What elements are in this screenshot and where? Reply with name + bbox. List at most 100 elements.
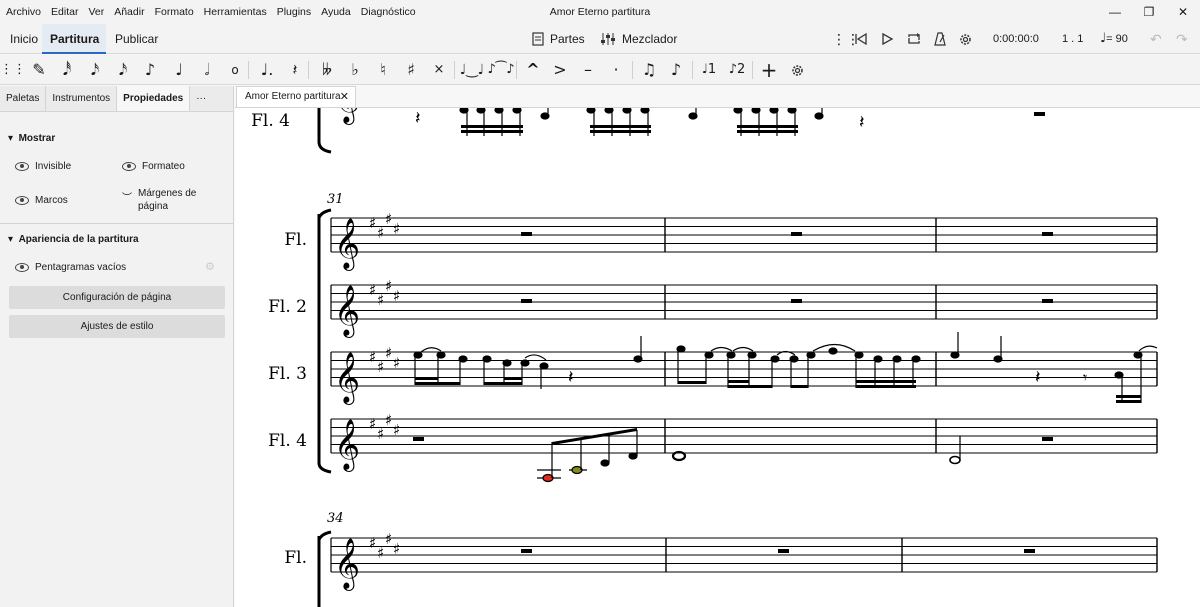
eye-closed-icon: ︶	[122, 193, 132, 204]
natural-icon[interactable]: ♮	[370, 55, 396, 85]
half-note-icon[interactable]: 𝅗𝅥	[194, 55, 220, 85]
eye-icon	[15, 162, 29, 171]
16th-note-icon[interactable]: 𝅘𝅥𝅯	[110, 55, 136, 85]
dot-icon[interactable]: ♩.	[254, 55, 280, 85]
menu-diagnostico[interactable]: Diagnóstico	[357, 0, 420, 24]
tab-paletas[interactable]: Paletas	[0, 86, 47, 111]
playback-time: 0:00:00:0	[993, 33, 1039, 45]
tab-inicio[interactable]: Inicio	[2, 24, 46, 54]
treble-clef-icon: 𝄞	[334, 419, 360, 472]
loop-icon	[908, 33, 920, 44]
section-mostrar[interactable]: ▾ Mostrar	[8, 133, 55, 144]
treble-clef-icon: 𝄞	[334, 285, 360, 338]
flip-direction-icon[interactable]: ♪	[663, 55, 689, 85]
score-svg: Fl. 4 Fl. Fl. 2 Fl. 3 Fl. 4 Fl. 31 34 𝄞 ♯…	[251, 108, 1158, 607]
score-canvas[interactable]: Fl. 4 Fl. Fl. 2 Fl. 3 Fl. 4 Fl. 31 34 𝄞 ♯…	[235, 107, 1200, 607]
toolbar-settings-button[interactable]	[784, 55, 810, 85]
toggle-margenes[interactable]: ︶ Márgenes de página	[122, 187, 222, 213]
mixer-icon	[601, 33, 615, 45]
toolbar-drag-handle-icon[interactable]: ⋮⋮	[0, 55, 26, 85]
rewind-button[interactable]	[854, 24, 868, 54]
accent-icon[interactable]: >	[547, 55, 573, 85]
tuplet-icon[interactable]: ♫	[636, 55, 662, 85]
key-signature-sharp-icon: ♯	[385, 210, 392, 228]
more-icon[interactable]: ···	[190, 86, 212, 111]
add-icon[interactable]: +	[756, 55, 782, 85]
menu-archivo[interactable]: Archivo	[2, 0, 45, 24]
tab-publicar[interactable]: Publicar	[107, 24, 166, 54]
menu-plugins[interactable]: Plugins	[273, 0, 315, 24]
double-flat-icon[interactable]: 𝄫	[314, 55, 340, 85]
close-button[interactable]: ✕	[1166, 0, 1200, 24]
restore-button[interactable]: ❐	[1132, 0, 1166, 24]
treble-clef-icon: 𝄞	[334, 218, 360, 271]
marcato-icon[interactable]: ^	[520, 55, 546, 85]
metronome-button[interactable]	[933, 24, 947, 54]
properties-panel: Paletas Instrumentos Propiedades ··· ▾ M…	[0, 86, 234, 607]
title-bar: Amor Eterno partitura Archivo Editar Ver…	[0, 0, 1200, 24]
staccato-icon[interactable]: ·	[603, 55, 629, 85]
section-apariencia[interactable]: ▾ Apariencia de la partitura	[8, 234, 139, 245]
whole-note-icon[interactable]: o	[222, 55, 248, 85]
tab-partitura[interactable]: Partitura	[42, 24, 106, 54]
voice-2-button[interactable]: ♪2	[724, 55, 750, 85]
quarter-note-icon: ♪	[728, 62, 737, 77]
gear-icon	[960, 33, 971, 45]
minimize-button[interactable]: —	[1098, 0, 1132, 24]
key-signature-sharp-icon: ♯	[377, 358, 384, 376]
toggle-formateo[interactable]: Formateo	[122, 161, 185, 172]
tenuto-icon[interactable]: –	[575, 55, 601, 85]
eighth-note-icon[interactable]: ♪	[137, 55, 163, 85]
play-button[interactable]	[880, 24, 894, 54]
undo-icon[interactable]: ↶	[1150, 24, 1162, 54]
menu-ver[interactable]: Ver	[84, 0, 108, 24]
toggle-invisible[interactable]: Invisible	[15, 161, 71, 172]
toggle-pentagramas-vacios[interactable]: Pentagramas vacíos	[15, 262, 126, 273]
parts-icon	[532, 32, 544, 46]
close-tab-icon[interactable]: ✕	[340, 87, 349, 107]
eye-icon	[15, 196, 29, 205]
voice-1-button[interactable]: ♩1	[696, 55, 722, 85]
treble-clef-icon: 𝄞	[334, 538, 360, 591]
menu-herramientas[interactable]: Herramientas	[200, 0, 271, 24]
flat-icon[interactable]: ♭	[342, 55, 368, 85]
key-signature-sharp-icon: ♯	[377, 544, 384, 562]
toggle-marcos[interactable]: Marcos	[15, 195, 68, 206]
key-signature-sharp-icon: ♯	[369, 415, 376, 433]
redo-icon[interactable]: ↷	[1176, 24, 1188, 54]
menu-ayuda[interactable]: Ayuda	[317, 0, 355, 24]
svg-text:𝄾: 𝄾	[1083, 368, 1087, 387]
note-input-pen-icon[interactable]: ✎	[26, 55, 52, 85]
loop-button[interactable]	[906, 24, 922, 54]
style-settings-button[interactable]: Ajustes de estilo	[9, 315, 225, 338]
quarter-note-button-icon[interactable]: ♩	[166, 55, 192, 85]
svg-text:𝄽: 𝄽	[859, 112, 865, 133]
menu-editar[interactable]: Editar	[47, 0, 82, 24]
sharp-icon[interactable]: ♯	[398, 55, 424, 85]
key-signature-sharp-icon: ♯	[393, 220, 400, 238]
slur-icon[interactable]: ♪⁀♪	[487, 55, 515, 85]
menu-anadir[interactable]: Añadir	[110, 0, 148, 24]
64th-note-icon[interactable]: 𝅘𝅥𝅰	[54, 55, 80, 85]
playback-settings-button[interactable]	[958, 24, 973, 54]
treble-clef-icon: 𝄞	[334, 108, 360, 125]
key-signature-sharp-icon: ♯	[385, 344, 392, 362]
document-tab[interactable]: Amor Eterno partitura ✕	[236, 86, 356, 107]
notes-fl4-top: 𝄽 𝄽	[415, 108, 865, 136]
treble-clef-icon: 𝄞	[334, 352, 360, 405]
key-signature-sharp-icon: ♯	[393, 421, 400, 439]
rest-icon[interactable]: 𝄽	[282, 55, 308, 85]
gear-icon	[791, 65, 803, 76]
32nd-note-icon[interactable]: 𝅘𝅥𝅯	[82, 55, 108, 85]
key-signature-sharp-icon: ♯	[385, 277, 392, 295]
instrument-label: Fl. 2	[268, 297, 307, 317]
menu-formato[interactable]: Formato	[151, 0, 198, 24]
tab-propiedades[interactable]: Propiedades	[117, 86, 191, 111]
mixer-button[interactable]: Mezclador	[600, 24, 677, 54]
double-sharp-icon[interactable]: ×	[426, 55, 452, 85]
parts-button[interactable]: Partes	[532, 24, 585, 54]
page-setup-button[interactable]: Configuración de página	[9, 286, 225, 309]
tie-icon[interactable]: ♩‿♩	[458, 55, 486, 85]
settings-gear-icon[interactable]: ⚙	[205, 260, 215, 273]
tab-instrumentos[interactable]: Instrumentos	[46, 86, 118, 111]
